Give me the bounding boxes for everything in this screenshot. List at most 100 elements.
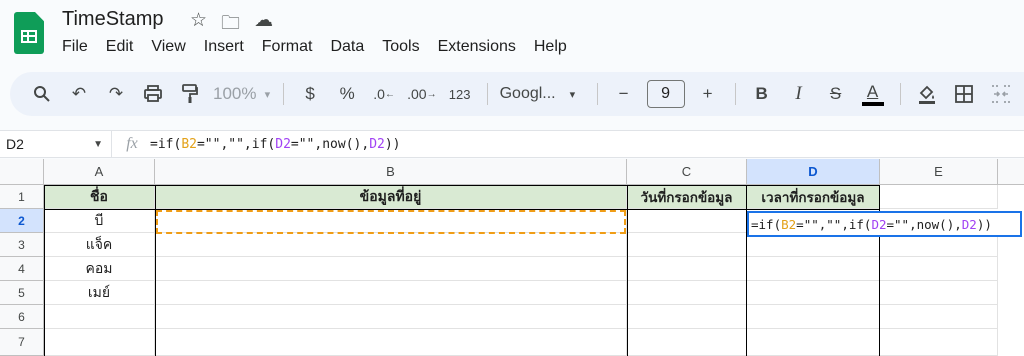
menu-format[interactable]: Format [262,38,313,56]
cell-c3[interactable] [627,233,747,257]
text-color-button[interactable]: A [859,80,887,108]
row-header-7[interactable]: 7 [0,329,44,356]
number-format-button[interactable]: 123 [446,80,474,108]
decrease-decimal-button[interactable]: .0 ← [370,80,398,108]
menu-view[interactable]: View [151,38,185,56]
column-header-c[interactable]: C [627,159,747,185]
cloud-status-icon[interactable]: ☁ [254,9,273,41]
row-header-5[interactable]: 5 [0,281,44,305]
fill-color-icon[interactable] [913,80,941,108]
cell-c4[interactable] [627,257,747,281]
document-title[interactable]: TimeStamp [62,8,164,31]
cell-a1[interactable]: ชื่อ [44,185,155,209]
cell-e1[interactable] [880,185,998,209]
cell-b1[interactable]: ข้อมูลที่อยู่ [155,185,627,209]
divider [283,83,285,105]
cell-a2[interactable]: บี [44,209,155,233]
row-header-2[interactable]: 2 [0,209,44,233]
font-select[interactable]: Googl... ▾ [500,80,584,108]
italic-button[interactable]: I [785,80,813,108]
cell-b6[interactable] [155,305,627,329]
font-size-increase-button[interactable]: + [694,80,722,108]
cell-e4[interactable] [880,257,998,281]
active-cell-editor[interactable]: =if(B2 ="","",if(D2 ="",now(), D2)) [747,211,1022,237]
cell-a6[interactable] [44,305,155,329]
row-header-1[interactable]: 1 [0,185,44,209]
fx-icon: fx [126,135,138,152]
cell-c5[interactable] [627,281,747,305]
row-header-4[interactable]: 4 [0,257,44,281]
cell-b5[interactable] [155,281,627,305]
cell-b3[interactable] [155,233,627,257]
name-box[interactable]: D2 ▼ [0,131,112,157]
cell-d1[interactable]: เวลาที่กรอกข้อมูล [747,185,880,209]
print-icon[interactable] [139,80,167,108]
column-header-f[interactable] [998,159,1024,185]
formula-part: )) [976,216,992,232]
search-icon[interactable] [28,80,56,108]
divider [596,83,598,105]
zoom-select[interactable]: 100% ▾ [213,80,270,108]
percent-button[interactable]: % [333,80,361,108]
spreadsheet-grid[interactable]: A B C D E 1 2 3 4 5 6 7 ชื่อ ข้อมูลที่อย… [0,159,1024,356]
sheets-logo-icon[interactable] [14,12,44,54]
menu-insert[interactable]: Insert [204,38,244,56]
select-all-corner[interactable] [0,159,44,185]
column-header-e[interactable]: E [880,159,998,185]
cell-c7[interactable] [627,329,747,356]
divider [734,83,736,105]
increase-decimal-button[interactable]: .00 → [407,80,436,108]
column-header-a[interactable]: A [44,159,155,185]
cell-e5[interactable] [880,281,998,305]
currency-button[interactable]: $ [296,80,324,108]
cell-b4[interactable] [155,257,627,281]
font-size-input[interactable]: 9 [646,80,685,108]
cell-a3[interactable]: แจ็ค [44,233,155,257]
redo-icon[interactable]: ↷ [102,80,130,108]
formula-input[interactable]: =if(B2="","",if(D2="",now(),D2)) [150,137,401,152]
row-header-3[interactable]: 3 [0,233,44,257]
cell-c2[interactable] [627,209,747,233]
arrow-right-icon: → [426,88,437,100]
cell-e7[interactable] [880,329,998,356]
menu-help[interactable]: Help [534,38,567,56]
formula-bar: D2 ▼ fx =if(B2="","",if(D2="",now(),D2)) [0,130,1024,158]
row-header-6[interactable]: 6 [0,305,44,329]
cell-c6[interactable] [627,305,747,329]
column-header-d[interactable]: D [747,159,880,185]
cell-e6[interactable] [880,305,998,329]
formula-part: )) [384,136,401,152]
arrow-left-icon: ← [384,88,395,100]
formula-part: =if( [751,216,782,232]
paint-format-icon[interactable] [176,80,204,108]
cell-a7[interactable] [44,329,155,356]
font-size-decrease-button[interactable]: − [610,80,638,108]
borders-icon[interactable] [950,80,978,108]
cell-d4[interactable] [747,257,880,281]
menu-tools[interactable]: Tools [382,38,419,56]
undo-icon[interactable]: ↶ [65,80,93,108]
formula-part: ="","",if( [196,136,276,152]
move-folder-icon[interactable]: 🗀 [221,9,240,41]
zoom-value: 100% [213,84,257,103]
divider [899,83,901,105]
star-icon[interactable]: ☆ [190,9,207,41]
strikethrough-button[interactable]: S [822,80,850,108]
menu-data[interactable]: Data [330,38,364,56]
cell-c1[interactable]: วันที่กรอกข้อมูล [627,185,747,209]
cell-a4[interactable]: คอม [44,257,155,281]
column-header-b[interactable]: B [155,159,627,185]
menu-edit[interactable]: Edit [106,38,134,56]
cell-d6[interactable] [747,305,880,329]
menu-file[interactable]: File [62,38,88,56]
cell-b7[interactable] [155,329,627,356]
formula-ref-d2: D2 [369,136,385,152]
name-box-value: D2 [6,136,24,152]
bold-button[interactable]: B [748,80,776,108]
cell-d7[interactable] [747,329,880,356]
cell-d5[interactable] [747,281,880,305]
menu-extensions[interactable]: Extensions [438,38,516,56]
merge-cells-icon[interactable] [987,80,1015,108]
chevron-down-icon: ▼ [93,138,103,150]
cell-a5[interactable]: เมย์ [44,281,155,305]
